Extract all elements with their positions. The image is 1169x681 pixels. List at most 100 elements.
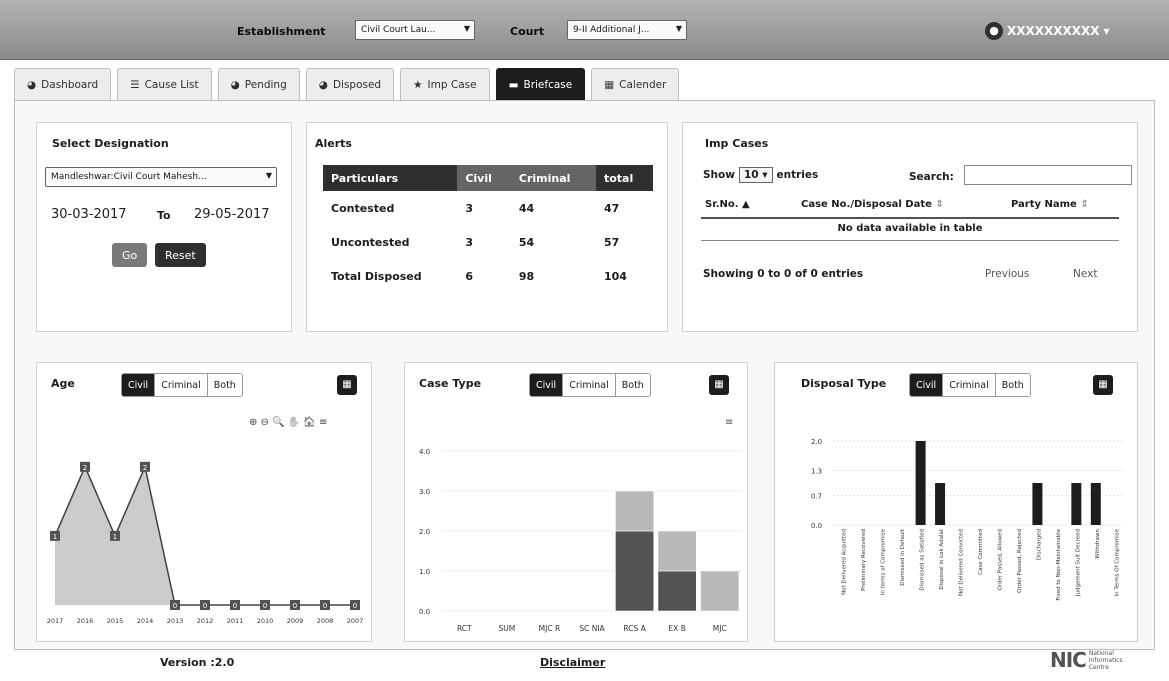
table-view-icon[interactable]: ▦ <box>709 375 729 395</box>
disposal-x-tick-label: Judgement Suit Decreed <box>1075 529 1081 597</box>
designation-select[interactable]: Mandleshwar:Civil Court Mahesh... ▼ <box>45 167 277 187</box>
case-type-title: Case Type <box>419 377 482 390</box>
age-chart-title: Age <box>51 377 75 390</box>
tab-label: Imp Case <box>427 78 477 91</box>
col-party-name[interactable]: Party Name ⇕ <box>1011 199 1089 210</box>
tab-label: Cause List <box>144 78 199 91</box>
case-type-x-tick-label: EX B <box>668 624 685 633</box>
filter-criminal[interactable]: Criminal <box>563 374 616 396</box>
filter-criminal[interactable]: Criminal <box>943 374 996 396</box>
case-type-bar <box>657 530 697 572</box>
disposal-x-tick-label: Disposal in Lok Adalat <box>939 528 945 589</box>
table-row: Contested 3 44 47 <box>323 191 653 225</box>
disposal-y-tick-label: 0.7 <box>811 493 822 501</box>
filter-both[interactable]: Both <box>995 374 1030 396</box>
age-x-tick-label: 2015 <box>107 617 124 625</box>
case-type-y-tick-label: 2.0 <box>419 528 430 536</box>
table-view-icon[interactable]: ▦ <box>1093 375 1113 395</box>
disposal-x-tick-label: In Terms Of Compromise <box>1114 528 1120 596</box>
filter-civil[interactable]: Civil <box>122 374 156 396</box>
disposal-x-tick-label: Order Passed, Allowed <box>997 529 1003 590</box>
disposal-y-tick-label: 0.0 <box>811 522 822 530</box>
tab-dashboard[interactable]: ◕ Dashboard <box>14 68 112 100</box>
entries-label: entries <box>776 169 819 181</box>
cell: 44 <box>518 201 535 215</box>
age-area-chart: 1 2017 2 2016 1 2015 2 2014 0 2013 0 2012 0 2011 0 2010… <box>47 461 364 625</box>
entries-select[interactable]: 10 ▾ <box>738 167 773 183</box>
tab-imp-case[interactable]: ★ Imp Case <box>400 68 490 100</box>
age-x-tick-label: 2007 <box>347 617 364 625</box>
nic-logo-subtext: National Informatics Centre <box>1088 649 1123 671</box>
disposal-x-tick-label: Fixed to Non-Maintainable <box>1056 528 1062 600</box>
filter-civil[interactable]: Civil <box>910 374 944 396</box>
case-type-bar <box>615 490 654 532</box>
disposal-type-panel: Disposal Type Civil Criminal Both ▦ 0.0 0… <box>774 362 1138 642</box>
nic-logo-text: NIC <box>1050 648 1087 672</box>
case-type-x-tick-label: RCT <box>457 624 472 633</box>
table-info: Showing 0 to 0 of 0 entries <box>703 268 864 280</box>
sort-icon: ▲ <box>742 199 750 210</box>
disposal-y-tick-label: 1.3 <box>811 467 822 475</box>
disposal-bar <box>935 483 946 525</box>
previous-button[interactable]: Previous <box>985 268 1029 280</box>
age-point-label: 0 <box>233 602 237 610</box>
to-date[interactable]: 29-05-2017 <box>194 207 270 222</box>
age-x-tick-label: 2008 <box>317 617 334 625</box>
chart-toolbar-icons[interactable]: ⊕ ⊖ 🔍 ✋ 🏠 ≡ <box>249 417 327 428</box>
age-point-label: 2 <box>143 464 147 472</box>
col-sr-no[interactable]: Sr.No. ▲ <box>705 199 750 210</box>
calendar-icon: ▦ <box>604 78 615 91</box>
from-date[interactable]: 30-03-2017 <box>51 207 127 222</box>
filter-both[interactable]: Both <box>207 374 242 396</box>
cell: 54 <box>518 235 535 249</box>
court-value: 9-II Additional J... <box>573 25 650 35</box>
tab-briefcase[interactable]: ▬ Briefcase <box>495 68 586 100</box>
tab-label: Briefcase <box>523 78 573 91</box>
tab-calender[interactable]: ▦ Calender <box>591 68 680 100</box>
caret-down-icon: ▾ <box>762 169 768 181</box>
disposal-bar <box>1032 483 1043 525</box>
cell: Contested <box>331 201 395 215</box>
age-x-tick-label: 2013 <box>167 617 184 625</box>
gauge-icon: ◕ <box>230 78 240 91</box>
cell: 6 <box>465 269 473 283</box>
reset-button[interactable]: Reset <box>155 243 206 267</box>
disclaimer-link[interactable]: Disclaimer <box>540 656 605 669</box>
search-input[interactable] <box>964 165 1132 185</box>
court-select[interactable]: 9-II Additional J... ▼ <box>567 20 687 40</box>
filter-civil[interactable]: Civil <box>530 374 564 396</box>
tab-disposed[interactable]: ◕ Disposed <box>305 68 395 100</box>
age-x-tick-label: 2014 <box>137 617 154 625</box>
age-point-label: 0 <box>263 602 267 610</box>
caret-down-icon: ▼ <box>463 24 470 33</box>
user-name: XXXXXXXXXX <box>1007 24 1100 38</box>
alerts-title: Alerts <box>315 137 352 150</box>
age-x-tick-label: 2016 <box>77 617 94 625</box>
caret-down-icon: ▼ <box>675 24 682 33</box>
tab-pending[interactable]: ◕ Pending <box>217 68 300 100</box>
table-view-icon[interactable]: ▦ <box>337 375 357 395</box>
disposal-type-bar-chart: 0.0 0.7 1.3 2.0 Not Delivered Acquitted Preli… <box>811 438 1125 601</box>
age-x-tick-label: 2009 <box>287 617 304 625</box>
entries-control: Show 10 ▾ entries <box>703 167 818 183</box>
disposal-x-tick-label: Dismissed in Default <box>900 528 906 586</box>
court-label: Court <box>510 25 545 38</box>
establishment-select[interactable]: Civil Court Lau... ▼ <box>355 20 475 40</box>
disposal-y-tick-label: 2.0 <box>811 438 822 446</box>
user-menu[interactable]: ● XXXXXXXXXX ▾ <box>985 22 1110 40</box>
dashboard-icon: ◕ <box>27 78 37 91</box>
chart-menu-icon[interactable]: ≡ <box>725 417 733 428</box>
next-button[interactable]: Next <box>1073 268 1097 280</box>
go-button[interactable]: Go <box>112 243 148 267</box>
disposal-type-title: Disposal Type <box>801 377 887 390</box>
show-label: Show <box>703 169 735 181</box>
tab-cause-list[interactable]: ☰ Cause List <box>117 68 212 100</box>
entries-value: 10 <box>743 169 759 181</box>
age-x-tick-label: 2017 <box>47 617 64 625</box>
age-point-label: 0 <box>203 602 207 610</box>
filter-both[interactable]: Both <box>615 374 650 396</box>
disposal-x-tick-label: Not Delivered Acquitted <box>842 529 848 595</box>
star-icon: ★ <box>413 78 423 91</box>
col-case-no[interactable]: Case No./Disposal Date ⇕ <box>801 199 944 210</box>
filter-criminal[interactable]: Criminal <box>155 374 208 396</box>
